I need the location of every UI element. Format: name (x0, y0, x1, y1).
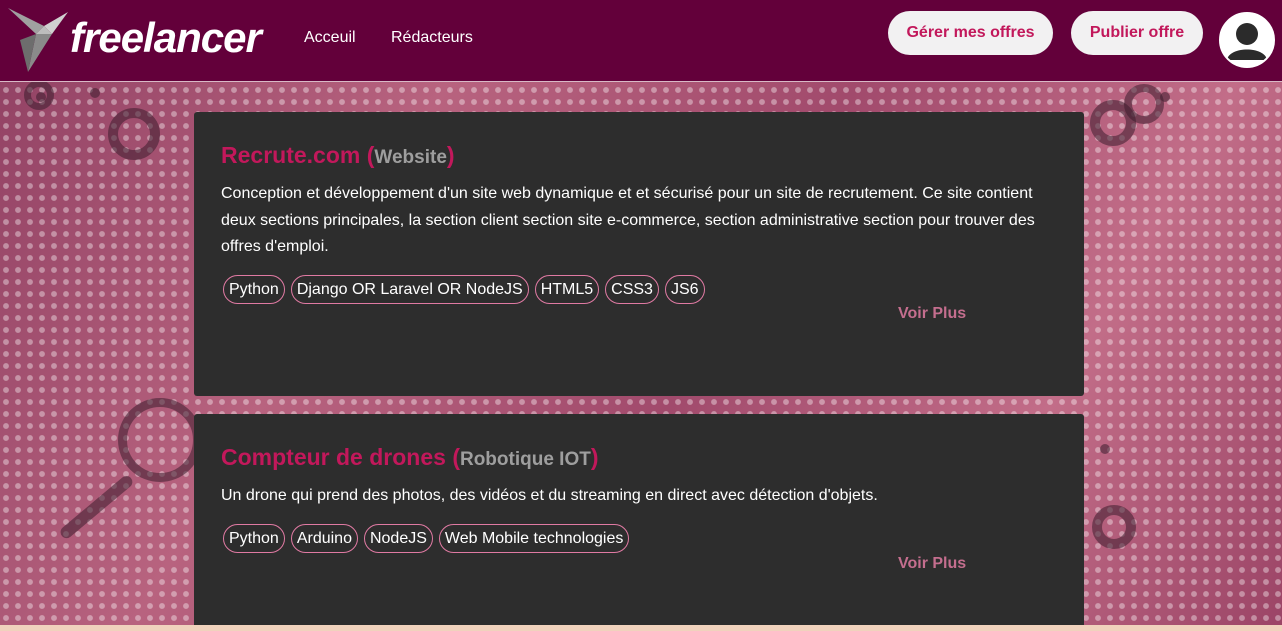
gear-icon (24, 80, 54, 110)
offer-tags: Python Arduino NodeJS Web Mobile technol… (223, 523, 1057, 553)
offer-card: Compteur de drones (Robotique IOT) Un dr… (194, 414, 1084, 631)
see-more-link[interactable]: Voir Plus (898, 555, 966, 573)
nav-link-writers[interactable]: Rédacteurs (391, 29, 473, 47)
tag-html5: HTML5 (534, 274, 600, 304)
tag-python: Python (223, 274, 285, 304)
tag-js6: JS6 (664, 274, 705, 304)
offer-category-open: ( (452, 444, 460, 470)
offer-category-close: ) (446, 142, 455, 168)
brand-name: freelancer (70, 14, 262, 61)
gear-icon (1092, 505, 1136, 549)
user-avatar[interactable] (1219, 12, 1275, 68)
tag-python: Python (223, 523, 285, 553)
offer-title[interactable]: Compteur de drones (Robotique IOT) (221, 442, 1057, 475)
offer-category: Website (374, 147, 447, 168)
top-navbar: freelancer Acceuil Rédacteurs Gérer mes … (0, 0, 1282, 82)
tag-framework: Django OR Laravel OR NodeJS (290, 274, 529, 304)
tag-nodejs: NodeJS (363, 523, 433, 553)
tag-arduino: Arduino (290, 523, 358, 553)
gear-icon (1124, 84, 1164, 124)
gear-icon (1100, 444, 1110, 454)
offer-tags: Python Django OR Laravel OR NodeJS HTML5… (223, 274, 1057, 304)
magnifier-icon (118, 398, 202, 482)
tag-css3: CSS3 (605, 274, 659, 304)
nav-link-home[interactable]: Acceuil (304, 29, 356, 47)
offer-title-text: Recrute.com (221, 142, 361, 168)
offer-description: Un drone qui prend des photos, des vidéo… (221, 487, 878, 504)
publish-offer-button[interactable]: Publier offre (1071, 11, 1203, 55)
origami-bird-icon (8, 8, 68, 72)
manage-offers-button[interactable]: Gérer mes offres (888, 11, 1053, 55)
offer-title[interactable]: Recrute.com (Website) (221, 140, 1057, 173)
offer-category-close: ) (590, 444, 599, 470)
offer-category: Robotique IOT (459, 449, 591, 470)
offer-title-text: Compteur de drones (221, 444, 446, 470)
magnifier-handle (58, 473, 135, 541)
gear-icon (90, 88, 100, 98)
footer-strip (0, 625, 1282, 631)
see-more-link[interactable]: Voir Plus (898, 305, 966, 323)
offer-description: Conception et développement d'un site we… (221, 185, 1035, 255)
user-avatar-icon (1221, 14, 1273, 66)
gear-icon (108, 108, 160, 160)
tag-web-mobile: Web Mobile technologies (438, 523, 630, 553)
brand-logo[interactable]: freelancer (6, 4, 286, 76)
offer-card: Recrute.com (Website) Conception et déve… (194, 112, 1084, 396)
